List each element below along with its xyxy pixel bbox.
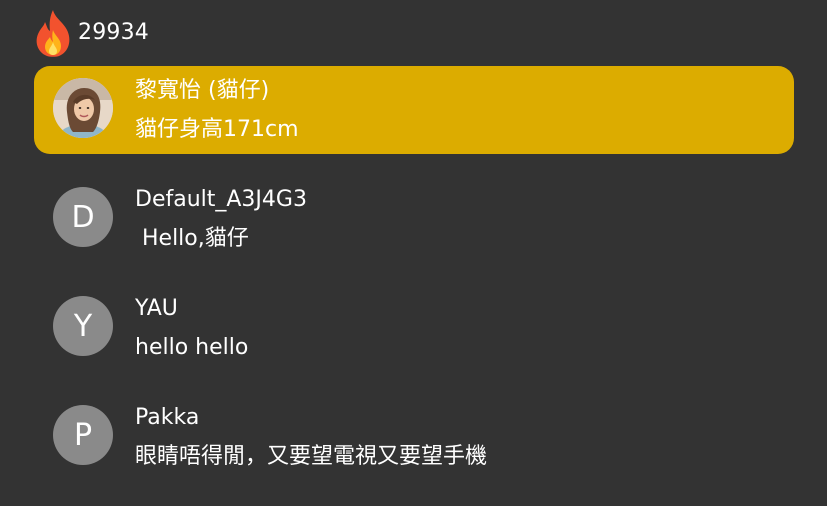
message-author: Pakka (135, 405, 200, 430)
chat-message-highlighted[interactable]: 黎寬怡 (貓仔) 貓仔身高171cm (34, 66, 794, 154)
message-author: YAU (135, 296, 178, 321)
chat-message[interactable]: Y YAU hello hello (34, 284, 794, 372)
fire-icon (36, 10, 70, 57)
chat-message-list: 黎寬怡 (貓仔) 貓仔身高171cm D Default_A3J4G3 Hell… (34, 66, 794, 502)
message-text: 眼睛唔得閒，又要望電視又要望手機 (135, 444, 488, 469)
message-author: Default_A3J4G3 (135, 187, 307, 212)
avatar: Y (53, 296, 113, 356)
chat-message[interactable]: D Default_A3J4G3 Hello,貓仔 (34, 175, 794, 263)
chat-message[interactable]: P Pakka 眼睛唔得閒，又要望電視又要望手機 (34, 393, 794, 481)
message-text: Hello,貓仔 (135, 226, 249, 251)
avatar: D (53, 187, 113, 247)
message-text: 貓仔身高171cm (135, 117, 299, 142)
avatar: P (53, 405, 113, 465)
message-author: 黎寬怡 (貓仔) (135, 78, 270, 103)
message-text: hello hello (135, 335, 249, 360)
viewer-count: 29934 (78, 20, 149, 45)
live-chat-panel: 29934 黎寬怡 (貓仔) 貓仔身高171cm D Default_A3J4G… (0, 0, 827, 506)
viewer-count-header: 29934 (32, 8, 149, 58)
profile-photo-icon (53, 78, 113, 138)
avatar (53, 78, 113, 138)
